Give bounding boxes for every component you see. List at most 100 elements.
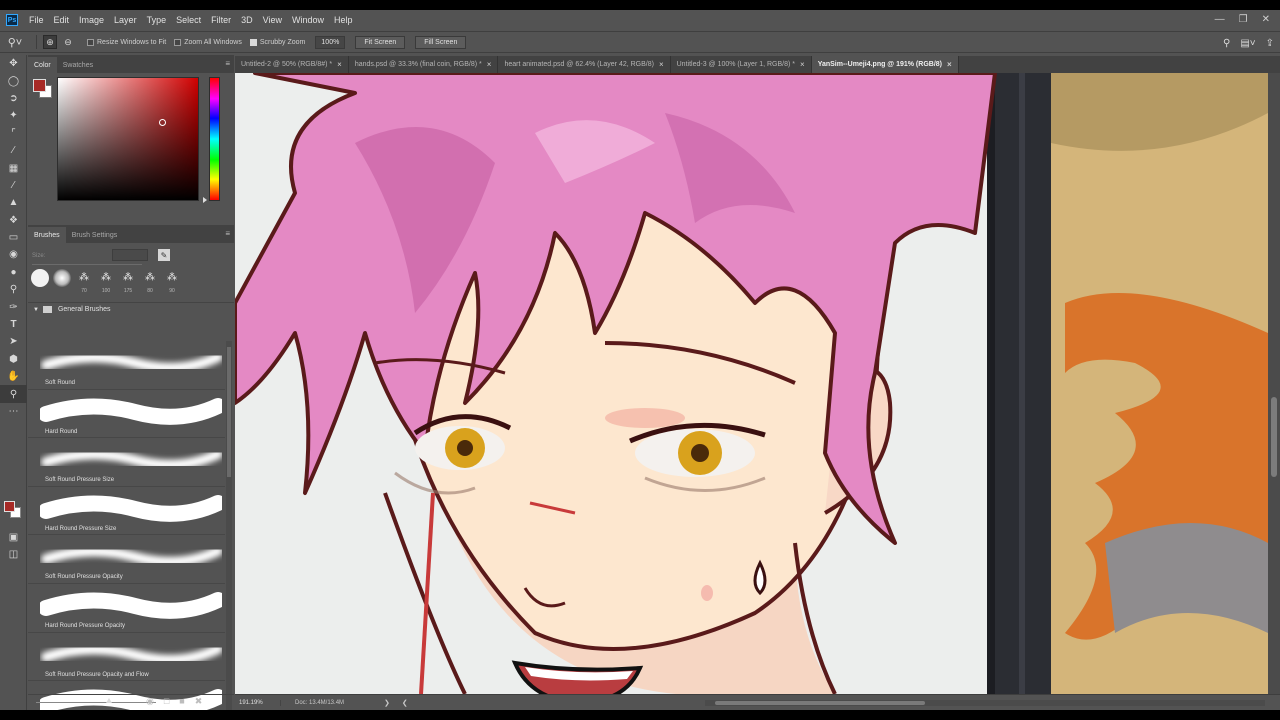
status-menu-icon[interactable]: ❯ [384,699,390,707]
menu-edit[interactable]: Edit [49,10,75,30]
history-brush-icon[interactable]: ❖ [0,212,27,229]
menu-image[interactable]: Image [74,10,109,30]
tab-brushes[interactable]: Brushes [28,227,66,243]
brush-list-item[interactable]: Soft Round Pressure Opacity and Flow [28,633,225,682]
eraser-icon[interactable]: ▭ [0,229,27,246]
crop-icon[interactable]: ⌜ [0,125,27,142]
close-icon[interactable]: × [800,60,805,69]
document-tab[interactable]: hands.psd @ 33.3% (final coin, RGB/8) * × [349,56,499,73]
delete-icon[interactable]: ✖ [195,696,203,707]
tab-brush-settings[interactable]: Brush Settings [66,227,124,243]
search-icon[interactable]: ⚲ [1223,38,1230,49]
menu-help[interactable]: Help [329,10,358,30]
menu-select[interactable]: Select [171,10,206,30]
type-icon[interactable]: T [0,316,27,333]
scrollbar-thumb[interactable] [1271,397,1277,477]
healing-brush-icon[interactable]: ▦ [0,159,27,176]
paint-bucket-icon[interactable]: ◉ [0,246,27,263]
scrubby-zoom-checkbox[interactable]: Scrubby Zoom [249,38,305,46]
close-icon[interactable]: × [947,60,952,69]
move-icon[interactable]: ✥ [0,55,27,72]
scroll-left-icon[interactable]: ❮ [402,699,408,707]
magic-wand-icon[interactable]: ✦ [0,107,27,124]
tab-color[interactable]: Color [28,57,57,73]
color-picker-field[interactable] [57,77,199,201]
brush-preset[interactable]: ⁂ 90 [162,269,182,296]
new-brush-icon[interactable]: ■ [179,696,184,707]
brush-list-item[interactable]: Hard Round Pressure Opacity [28,584,225,633]
panel-menu-icon[interactable]: ≡ [225,229,230,238]
fit-screen-button[interactable]: Fit Screen [355,35,406,49]
brush-list-item[interactable]: Hard Round Pressure Size [28,487,225,536]
eyedropper-icon[interactable]: ∕ [0,142,27,159]
canvas[interactable] [235,73,1268,694]
path-selection-icon[interactable]: ➤ [0,333,27,350]
menu-window[interactable]: Window [287,10,329,30]
blur-icon[interactable]: ● [0,264,27,281]
close-icon[interactable]: × [659,60,664,69]
document-tab[interactable]: Untitled-3 @ 100% (Layer 1, RGB/8) * × [671,56,812,73]
close-icon[interactable]: × [337,60,342,69]
screen-mode-icon[interactable]: ◫ [0,546,27,563]
brush-preset[interactable]: ⁂ 100 [96,269,116,296]
scrollbar-thumb[interactable] [227,347,231,477]
zoom-tool-preset-icon[interactable]: ⚲˅ [0,36,30,49]
brush-preset[interactable]: ⁂ 175 [118,269,138,296]
zoom-readout[interactable]: 191.19% [235,699,281,706]
menu-view[interactable]: View [258,10,287,30]
color-picker-ring[interactable] [159,119,166,126]
marquee-icon[interactable]: ◯ [0,72,27,89]
document-tab[interactable]: heart animated.psd @ 62.4% (Layer 42, RG… [498,56,671,73]
size-field[interactable] [112,249,148,261]
dodge-icon[interactable]: ⚲ [0,281,27,298]
brush-preset[interactable]: ⁂ 80 [140,269,160,296]
edit-brush-icon[interactable]: ✎ [158,249,170,261]
quick-mask-icon[interactable]: ▣ [0,529,27,546]
zoom-icon[interactable]: ⚲ [0,385,27,403]
canvas-horizontal-scrollbar[interactable] [705,700,1265,706]
hue-slider[interactable] [209,77,220,201]
hand-icon[interactable]: ✋ [0,368,27,385]
workspace-icon[interactable]: ▤˅ [1240,38,1255,49]
document-tab[interactable]: YanSim--Umeji4.png @ 191% (RGB/8) × [811,56,959,73]
brush-list-item[interactable]: Soft Round Pressure Opacity [28,535,225,584]
close-icon[interactable]: ✕ [1262,10,1270,30]
tab-swatches[interactable]: Swatches [57,57,99,73]
preview-size-slider[interactable] [36,702,156,703]
foreground-color-chip[interactable] [33,79,46,92]
brush-preset[interactable] [30,269,50,296]
zoom-in-icon[interactable]: ⊕ [43,35,57,49]
canvas-vertical-scrollbar[interactable] [1268,73,1280,694]
foreground-color-swatch[interactable] [4,501,15,512]
brush-list-item[interactable]: Soft Round Pressure Size [28,438,225,487]
more-tools-icon[interactable]: ⋯ [0,403,27,420]
zoom-all-windows-checkbox[interactable]: Zoom All Windows [174,38,242,46]
document-tab[interactable]: Untitled-2 @ 50% (RGB/8#) * × [235,56,349,73]
resize-windows-checkbox[interactable]: Resize Windows to Fit [87,38,166,46]
brush-list-scrollbar[interactable] [226,341,232,710]
restore-icon[interactable]: ❐ [1239,10,1248,30]
fill-screen-button[interactable]: Fill Screen [415,35,467,49]
brush-preset[interactable] [52,269,72,296]
share-icon[interactable]: ⇪ [1266,38,1274,49]
menu-filter[interactable]: Filter [206,10,236,30]
brush-list-item[interactable]: Soft Round [28,341,225,390]
shape-icon[interactable]: ⬢ [0,351,27,368]
new-group-icon[interactable]: □ [164,696,169,707]
menu-3d[interactable]: 3D [236,10,258,30]
hue-slider-handle[interactable] [203,197,207,203]
brush-preset[interactable]: ⁂ 70 [74,269,94,296]
scrollbar-thumb[interactable] [715,701,925,705]
panel-menu-icon[interactable]: ≡ [225,59,230,68]
menu-layer[interactable]: Layer [109,10,142,30]
brush-icon[interactable]: ⁄ [0,177,27,194]
preview-size-handle[interactable] [106,698,112,703]
minimize-icon[interactable]: — [1215,10,1225,30]
menu-type[interactable]: Type [142,10,172,30]
lasso-icon[interactable]: ➲ [0,90,27,107]
zoom-out-icon[interactable]: ⊖ [61,35,75,49]
brush-list-item[interactable]: Hard Round [28,390,225,439]
brush-group-general[interactable]: ▼ General Brushes [28,302,234,316]
clone-stamp-icon[interactable]: ▲ [0,194,27,211]
pen-icon[interactable]: ✑ [0,298,27,315]
